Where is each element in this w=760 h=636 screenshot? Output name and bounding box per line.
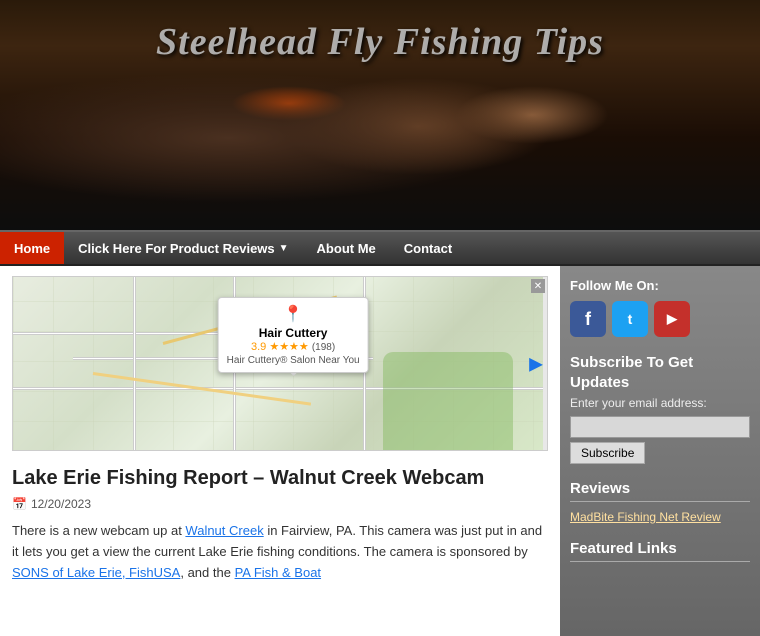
- map-popup: 📍 Hair Cuttery 3.9 ★★★★ (198) Hair Cutte…: [218, 297, 369, 373]
- walnut-creek-link[interactable]: Walnut Creek: [185, 523, 263, 538]
- follow-section: Follow Me On: f t ▶: [570, 278, 750, 337]
- subscribe-title: Subscribe To Get Updates: [570, 353, 750, 392]
- ad-expand-icon[interactable]: ▶: [529, 353, 543, 374]
- featured-title: Featured Links: [570, 540, 750, 562]
- social-icons: f t ▶: [570, 301, 750, 337]
- follow-title: Follow Me On:: [570, 278, 750, 293]
- twitter-button[interactable]: t: [612, 301, 648, 337]
- ad-block: ✕ ▶ 📍 Hair Cuttery 3.9: [12, 276, 548, 451]
- subscribe-button[interactable]: Subscribe: [570, 442, 645, 464]
- site-header: Steelhead Fly Fishing Tips: [0, 0, 760, 230]
- site-title: Steelhead Fly Fishing Tips: [156, 20, 604, 64]
- nav-home[interactable]: Home: [0, 232, 64, 264]
- subscribe-subtitle: Enter your email address:: [570, 396, 750, 410]
- sidebar: Follow Me On: f t ▶ Subscribe To Get Upd…: [560, 266, 760, 636]
- popup-rating: 3.9 ★★★★ (198): [227, 340, 360, 353]
- map-pin-icon: 📍: [227, 304, 360, 324]
- subscribe-section: Subscribe To Get Updates Enter your emai…: [570, 353, 750, 464]
- dropdown-icon: ▼: [279, 243, 289, 254]
- main-layout: ✕ ▶ 📍 Hair Cuttery 3.9: [0, 266, 760, 636]
- reviews-title: Reviews: [570, 480, 750, 502]
- main-content: ✕ ▶ 📍 Hair Cuttery 3.9: [0, 266, 560, 636]
- calendar-icon: 📅: [12, 497, 27, 511]
- featured-links-section: Featured Links: [570, 540, 750, 562]
- review-link[interactable]: MadBite Fishing Net Review: [570, 510, 721, 524]
- sons-of-lake-erie-link[interactable]: SONS of Lake Erie, FishUSA: [12, 565, 180, 580]
- popup-subtitle: Hair Cuttery® Salon Near You: [227, 355, 360, 366]
- map-road: [133, 277, 136, 451]
- article-date: 📅 12/20/2023: [12, 497, 548, 511]
- pa-fish-boat-link[interactable]: PA Fish & Boat: [235, 565, 321, 580]
- email-input[interactable]: [570, 416, 750, 438]
- facebook-button[interactable]: f: [570, 301, 606, 337]
- popup-business-name: Hair Cuttery: [227, 326, 360, 340]
- map-green-area: [383, 352, 513, 451]
- ad-close-button[interactable]: ✕: [531, 279, 545, 293]
- nav-product-reviews[interactable]: Click Here For Product Reviews ▼: [64, 232, 302, 264]
- article-body: There is a new webcam up at Walnut Creek…: [12, 521, 548, 583]
- reviews-section: Reviews MadBite Fishing Net Review: [570, 480, 750, 524]
- nav-contact[interactable]: Contact: [390, 232, 466, 264]
- youtube-button[interactable]: ▶: [654, 301, 690, 337]
- main-nav: Home Click Here For Product Reviews ▼ Ab…: [0, 230, 760, 266]
- map-area: 📍 Hair Cuttery 3.9 ★★★★ (198) Hair Cutte…: [13, 277, 543, 451]
- nav-about-me[interactable]: About Me: [303, 232, 390, 264]
- article-title: Lake Erie Fishing Report – Walnut Creek …: [12, 465, 548, 491]
